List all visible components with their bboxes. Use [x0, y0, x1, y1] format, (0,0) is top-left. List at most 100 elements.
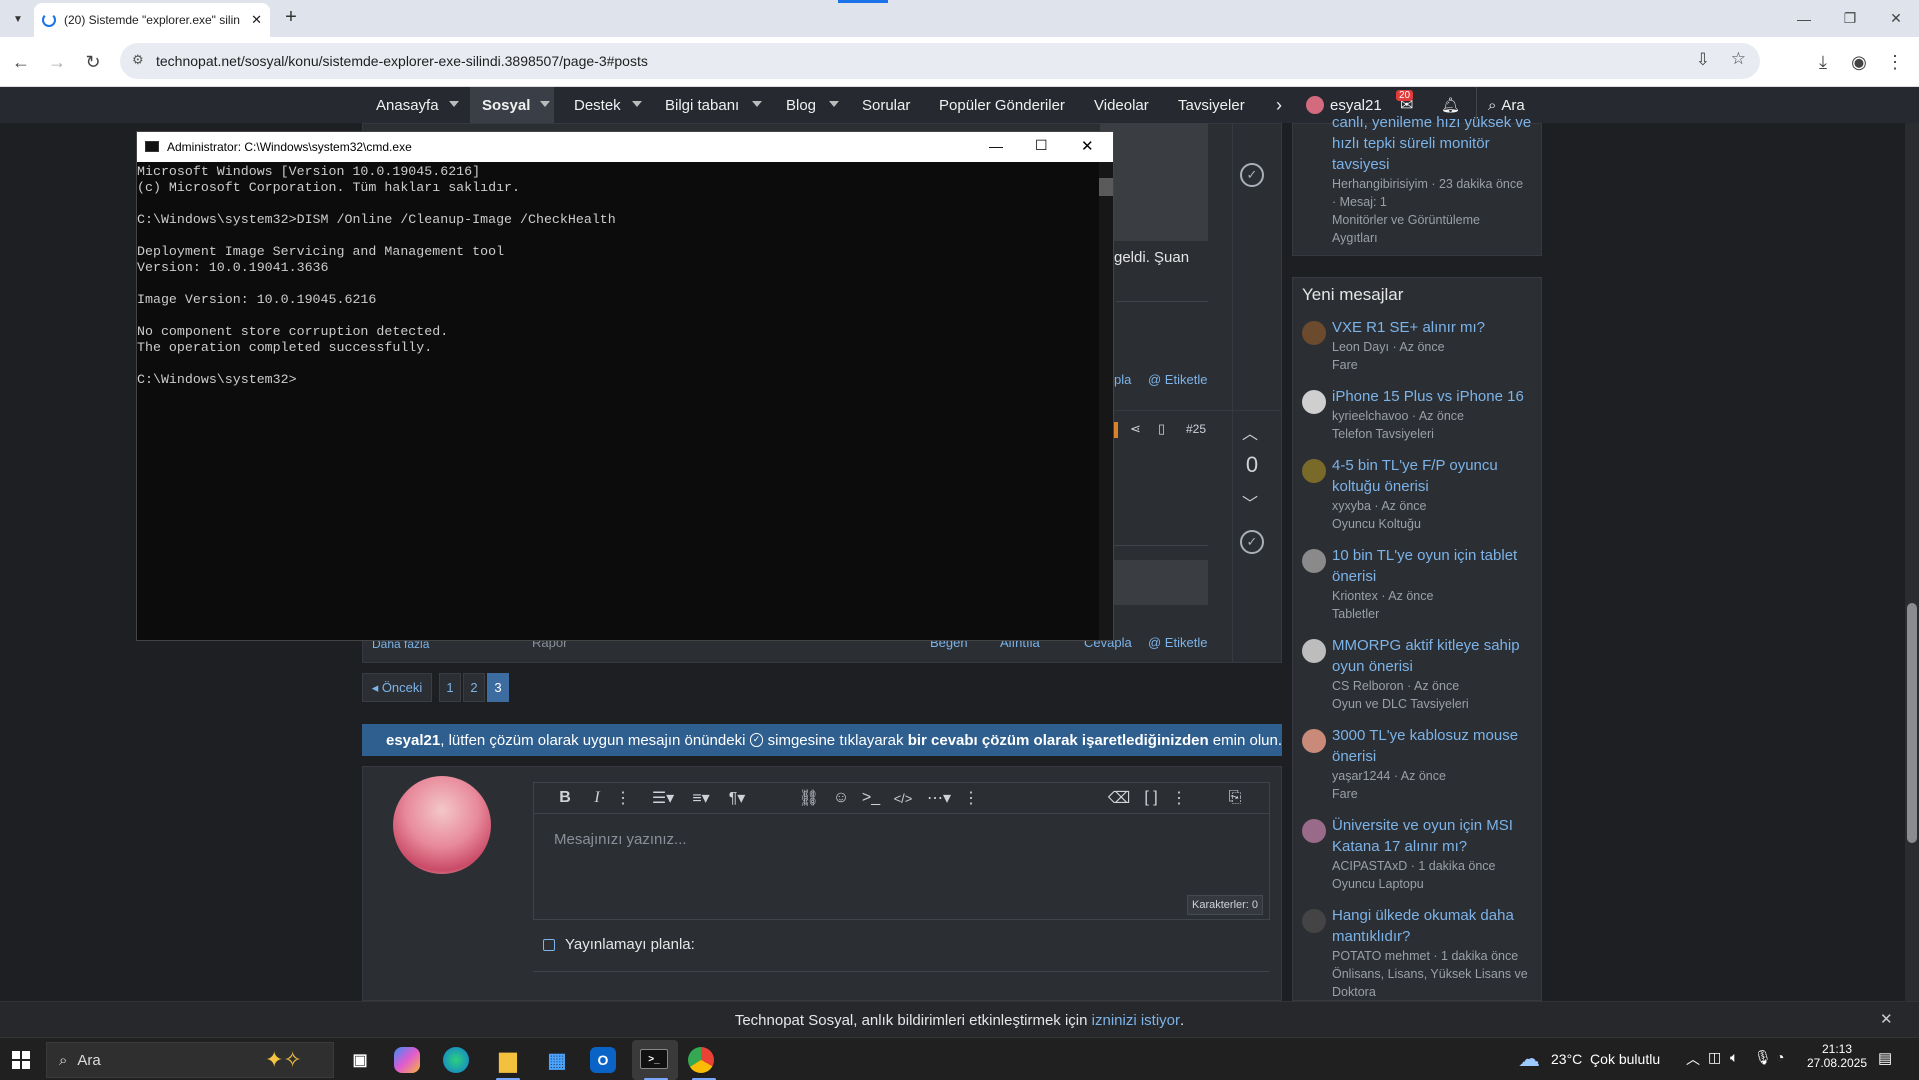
new-message-item[interactable]: Hangi ülkede okumak daha mantıklıdır? POTA… [1302, 905, 1538, 1001]
nav-videolar[interactable]: Videolar [1094, 87, 1149, 123]
new-message-category[interactable]: Tabletler [1332, 605, 1517, 623]
taskbar-search[interactable]: ⌕ Ara ✦✧ [46, 1042, 334, 1078]
avatar[interactable] [1302, 549, 1326, 573]
clock[interactable]: 21:13 27.08.2025 [1802, 1042, 1872, 1070]
install-app-icon[interactable]: ⇩ [1696, 50, 1710, 70]
paragraph-icon[interactable]: ¶▾ [720, 783, 754, 813]
weather-cloud-icon[interactable]: ☁ [1518, 1046, 1540, 1072]
new-message-category[interactable]: Oyun ve DLC Tavsiyeleri [1332, 695, 1520, 713]
meet-now-icon[interactable]: ◫ [1708, 1049, 1721, 1066]
tag-link[interactable]: @ Etiketle [1148, 372, 1207, 387]
chevron-down-icon[interactable] [540, 101, 550, 107]
new-message-category[interactable]: Telefon Tavsiyeleri [1332, 425, 1524, 443]
avatar[interactable] [1302, 819, 1326, 843]
solution-check-icon[interactable]: ✓ [1240, 530, 1264, 554]
code-block-icon[interactable]: </> [890, 783, 916, 813]
nav-anasayfa[interactable]: Anasayfa [376, 87, 439, 123]
reload-icon[interactable]: ↻ [80, 49, 106, 75]
volume-icon[interactable]: 🔈︎ [1730, 1049, 1738, 1066]
nav-populer[interactable]: Popüler Gönderiler [939, 87, 1065, 123]
schedule-checkbox[interactable] [543, 939, 555, 951]
clear-format-icon[interactable]: ⌫ [1106, 783, 1132, 813]
solution-check-icon[interactable]: ✓ [1240, 163, 1264, 187]
more-options-icon[interactable]: ⋮ [960, 783, 982, 813]
nav-destek[interactable]: Destek [574, 87, 621, 123]
reply-link[interactable]: pla [1114, 372, 1131, 387]
bookmark-icon[interactable]: ▯ [1158, 421, 1165, 437]
minimize-window-icon[interactable]: — [1781, 0, 1827, 37]
new-message-category[interactable]: Önlisans, Lisans, Yüksek Lisans ve [1332, 965, 1528, 983]
cmd-minimize-icon[interactable]: — [989, 138, 1003, 154]
cmd-maximize-icon[interactable]: ☐ [1035, 137, 1048, 154]
new-message-title[interactable]: koltuğu önerisi [1332, 476, 1498, 497]
insert-more-icon[interactable]: ⋯▾ [924, 783, 954, 813]
pagination-current-page[interactable]: 3 [487, 673, 509, 702]
sidebar-top-item[interactable]: canlı, yenileme hızı yüksek ve hızlı tep… [1332, 112, 1532, 247]
profile-icon[interactable]: ◉ [1846, 49, 1872, 75]
new-message-title[interactable]: 10 bin TL'ye oyun için tablet [1332, 545, 1517, 566]
tab-search-icon[interactable]: ▼ [8, 9, 28, 29]
notification-link[interactable]: izninizi istiyor [1092, 1012, 1180, 1029]
task-view-icon[interactable]: ▣ [344, 1044, 376, 1076]
new-message-category[interactable]: Oyuncu Koltuğu [1332, 515, 1498, 533]
downloads-icon[interactable]: ⤓ [1810, 49, 1836, 75]
browser-tab-active[interactable]: (20) Sistemde "explorer.exe" silin ✕ [34, 3, 270, 37]
back-icon[interactable]: ← [8, 49, 34, 75]
user-avatar[interactable] [1306, 96, 1324, 114]
nav-sosyal[interactable]: Sosyal [482, 87, 530, 123]
sidebar-item-title[interactable]: hızlı tepki süreli monitör [1332, 133, 1532, 154]
page-scrollbar[interactable] [1905, 123, 1919, 1001]
nav-tavsiyeler[interactable]: Tavsiyeler [1178, 87, 1245, 123]
pagination-page[interactable]: 1 [439, 673, 461, 702]
new-message-title[interactable]: önerisi [1332, 566, 1517, 587]
weather-text[interactable]: 23°C Çok bulutlu [1551, 1051, 1660, 1067]
network-icon[interactable]: ◔ [1776, 1049, 1784, 1065]
link-icon[interactable]: ⛓ [796, 783, 822, 813]
tag-button[interactable]: @ Etiketle [1148, 635, 1207, 650]
avatar[interactable] [1302, 729, 1326, 753]
new-message-item[interactable]: VXE R1 SE+ alınır mı? Leon Dayı · Az önce… [1302, 317, 1538, 374]
avatar[interactable] [1302, 321, 1326, 345]
pagination-page[interactable]: 2 [463, 673, 485, 702]
code-inline-icon[interactable]: >_ [858, 783, 884, 813]
sidebar-item-category[interactable]: Monitörler ve Görüntüleme [1332, 211, 1532, 229]
new-message-title[interactable]: Üniversite ve oyun için MSI [1332, 815, 1513, 836]
restore-window-icon[interactable]: ❐ [1827, 0, 1873, 37]
nav-blog[interactable]: Blog [786, 87, 816, 123]
nav-sorular[interactable]: Sorular [862, 87, 910, 123]
address-bar[interactable]: ⚙ technopat.net/sosyal/konu/sistemde-exp… [120, 43, 1760, 79]
microphone-icon[interactable]: 🎙︎ [1754, 1049, 1772, 1066]
outlook-icon[interactable]: O [590, 1047, 616, 1073]
new-message-category[interactable]: Fare [1332, 785, 1518, 803]
more-options-icon[interactable]: ⋮ [1168, 783, 1190, 813]
avatar[interactable] [1302, 639, 1326, 663]
more-format-icon[interactable]: ⋮ [612, 783, 634, 813]
new-message-title[interactable]: 4-5 bin TL'ye F/P oyuncu [1332, 455, 1498, 476]
post-number[interactable]: #25 [1186, 422, 1206, 436]
new-message-title[interactable]: 3000 TL'ye kablosuz mouse [1332, 725, 1518, 746]
new-message-item[interactable]: Üniversite ve oyun için MSI Katana 17 alı… [1302, 815, 1538, 893]
copilot-icon[interactable] [394, 1047, 420, 1073]
new-message-item[interactable]: iPhone 15 Plus vs iPhone 16 kyrieelchavoo… [1302, 386, 1538, 443]
new-tab-button[interactable]: + [278, 6, 304, 32]
close-icon[interactable]: ✕ [1880, 1010, 1893, 1028]
new-message-category[interactable]: Oyuncu Laptopu [1332, 875, 1513, 893]
chevron-down-icon[interactable] [752, 101, 762, 107]
new-message-title[interactable]: Hangi ülkede okumak daha [1332, 905, 1528, 926]
new-message-title[interactable]: Katana 17 alınır mı? [1332, 836, 1513, 857]
chrome-icon[interactable] [688, 1047, 714, 1073]
nav-scroll-right-icon[interactable]: › [1276, 87, 1282, 123]
message-input[interactable]: Mesajınızı yazınız... [554, 831, 687, 848]
new-message-title[interactable]: oyun önerisi [1332, 656, 1520, 677]
edge-icon[interactable] [443, 1047, 469, 1073]
new-message-item[interactable]: 10 bin TL'ye oyun için tablet önerisi Krio… [1302, 545, 1538, 623]
pagination-prev[interactable]: ◂ Önceki [362, 673, 432, 702]
upvote-icon[interactable]: ︿ [1242, 420, 1258, 444]
sidebar-item-title[interactable]: tavsiyesi [1332, 154, 1532, 175]
new-message-item[interactable]: 4-5 bin TL'ye F/P oyuncu koltuğu önerisi x… [1302, 455, 1538, 533]
cmd-taskbar-icon[interactable]: >_ [640, 1049, 668, 1069]
forward-icon[interactable]: → [44, 49, 70, 75]
page-scrollbar-thumb[interactable] [1907, 603, 1917, 843]
store-icon[interactable]: ▦ [541, 1044, 573, 1076]
new-message-title[interactable]: VXE R1 SE+ alınır mı? [1332, 317, 1485, 338]
